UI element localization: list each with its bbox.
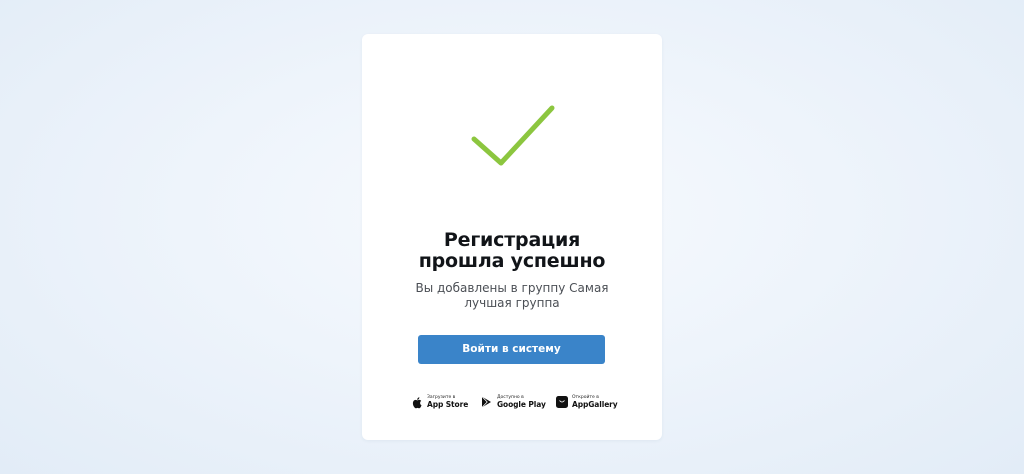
registration-card: Регистрация прошла успешно Вы добавлены … <box>362 34 662 440</box>
login-button[interactable]: Войти в систему <box>418 335 605 364</box>
appgallery-name: AppGallery <box>572 400 618 409</box>
appgallery-badge[interactable]: Откройте в AppGallery <box>555 393 618 411</box>
google-play-name: Google Play <box>497 400 546 409</box>
google-play-badge[interactable]: Доступно в Google Play <box>480 393 546 411</box>
google-play-icon <box>480 396 493 409</box>
app-store-badge[interactable]: Загрузите в App Store <box>410 393 468 411</box>
group-message: Вы добавлены в группу Самая лучшая групп… <box>415 281 609 310</box>
app-store-name: App Store <box>427 400 469 409</box>
appgallery-icon <box>555 396 568 409</box>
apple-icon <box>410 396 423 409</box>
app-store-badges: Загрузите в App Store Доступно в Google … <box>362 393 662 411</box>
page-title: Регистрация прошла успешно <box>418 229 606 272</box>
success-checkmark-icon <box>471 105 555 166</box>
